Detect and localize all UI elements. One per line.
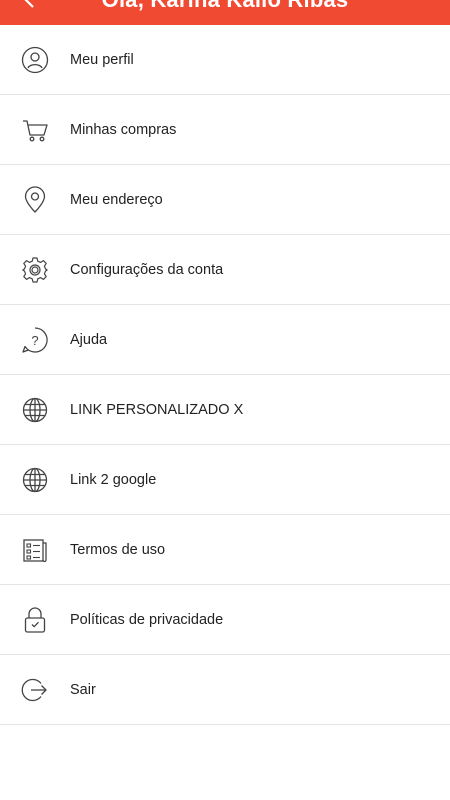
account-menu: Meu perfil Minhas compras Meu endereço C… [0, 25, 450, 725]
menu-item-label: Meu endereço [70, 191, 163, 208]
app-header: Olá, Karina Kallo Ribas [0, 0, 450, 25]
user-icon [21, 46, 49, 74]
menu-item-minhas-compras[interactable]: Minhas compras [0, 95, 450, 165]
menu-item-termos-de-uso[interactable]: Termos de uso [0, 515, 450, 585]
menu-item-ajuda[interactable]: ? Ajuda [0, 305, 450, 375]
menu-item-label: Ajuda [70, 331, 108, 348]
page-title: Olá, Karina Kallo Ribas [0, 0, 450, 13]
menu-item-label: Configurações da conta [70, 261, 224, 278]
lock-shield-icon [21, 606, 49, 634]
location-pin-icon [21, 185, 49, 214]
menu-item-politicas-privacidade[interactable]: Políticas de privacidade [0, 585, 450, 655]
menu-item-meu-endereco[interactable]: Meu endereço [0, 165, 450, 235]
menu-item-link-2-google[interactable]: Link 2 google [0, 445, 450, 515]
svg-text:?: ? [31, 333, 38, 348]
menu-item-configuracoes[interactable]: Configurações da conta [0, 235, 450, 305]
cart-icon [21, 116, 49, 144]
menu-item-sair[interactable]: Sair [0, 655, 450, 725]
help-bubble-icon: ? [21, 326, 49, 354]
globe-icon [21, 466, 49, 494]
menu-item-label: LINK PERSONALIZADO X [70, 401, 244, 418]
menu-item-link-personalizado[interactable]: LINK PERSONALIZADO X [0, 375, 450, 445]
menu-item-label: Termos de uso [70, 541, 166, 558]
menu-item-label: Link 2 google [70, 471, 157, 488]
menu-item-label: Meu perfil [70, 51, 134, 68]
document-checklist-icon [21, 536, 49, 564]
menu-item-label: Sair [70, 681, 96, 698]
gear-icon [21, 256, 49, 284]
menu-item-label: Políticas de privacidade [70, 611, 224, 628]
globe-icon [21, 396, 49, 424]
menu-item-label: Minhas compras [70, 121, 177, 138]
menu-item-meu-perfil[interactable]: Meu perfil [0, 25, 450, 95]
logout-icon [21, 676, 49, 704]
